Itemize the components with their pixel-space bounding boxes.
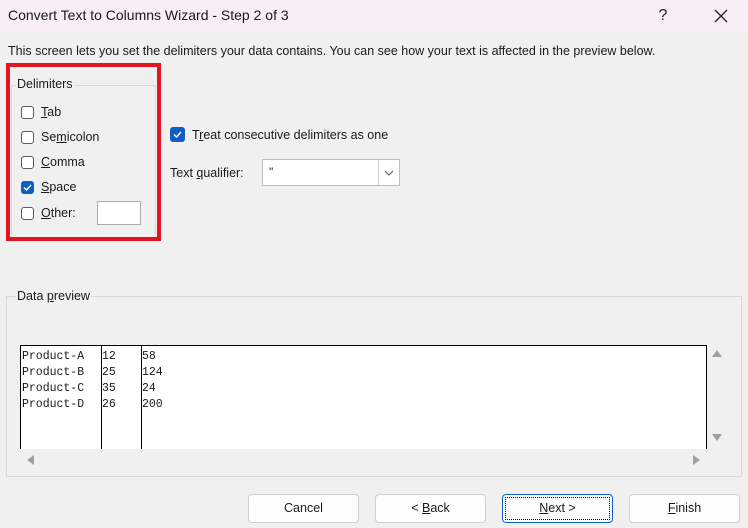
preview-cell: Product-D [22,398,85,411]
close-button[interactable] [706,4,736,28]
preview-cell: 58 [142,350,156,363]
checkbox-box[interactable] [170,127,185,142]
preview-cell: 26 [102,398,116,411]
highlight-box [6,63,161,241]
close-icon [714,9,728,23]
preview-cell: 124 [142,366,163,379]
preview-cell: Product-C [22,382,85,395]
back-button[interactable]: < Back [375,494,486,523]
check-icon [173,131,182,138]
preview-cell: 200 [142,398,163,411]
preview-cell: 25 [102,366,116,379]
data-preview-legend: Data preview [16,289,91,303]
finish-button[interactable]: Finish [629,494,740,523]
preview-cell: Product-A [22,350,85,363]
scroll-down-arrow-icon[interactable] [712,434,722,441]
preview-cell: 35 [102,382,116,395]
preview-cell: Product-B [22,366,85,379]
consecutive-delimiters-label: Treat consecutive delimiters as one [192,127,389,142]
help-button[interactable]: ? [648,4,678,28]
scroll-up-arrow-icon[interactable] [712,350,722,357]
data-preview-pane[interactable]: Product-A 12 58 Product-B 25 124 Product… [20,345,707,449]
text-qualifier-value: " [269,165,274,179]
scroll-right-arrow-icon[interactable] [693,455,700,465]
chevron-down-icon [384,170,394,176]
cancel-button[interactable]: Cancel [248,494,359,523]
focus-ring [505,497,610,520]
preview-cell: 24 [142,382,156,395]
text-qualifier-label: Text qualifier: [170,166,244,180]
dropdown-button[interactable] [378,160,399,185]
consecutive-delimiters-checkbox[interactable]: Treat consecutive delimiters as one [170,127,388,142]
title-bar: Convert Text to Columns Wizard - Step 2 … [0,0,748,32]
text-qualifier-select[interactable]: " [262,159,400,186]
preview-cell: 12 [102,350,116,363]
next-button[interactable]: Next > [502,494,613,523]
instruction-text: This screen lets you set the delimiters … [8,44,656,58]
scroll-left-arrow-icon[interactable] [27,455,34,465]
window-title: Convert Text to Columns Wizard - Step 2 … [8,7,289,23]
